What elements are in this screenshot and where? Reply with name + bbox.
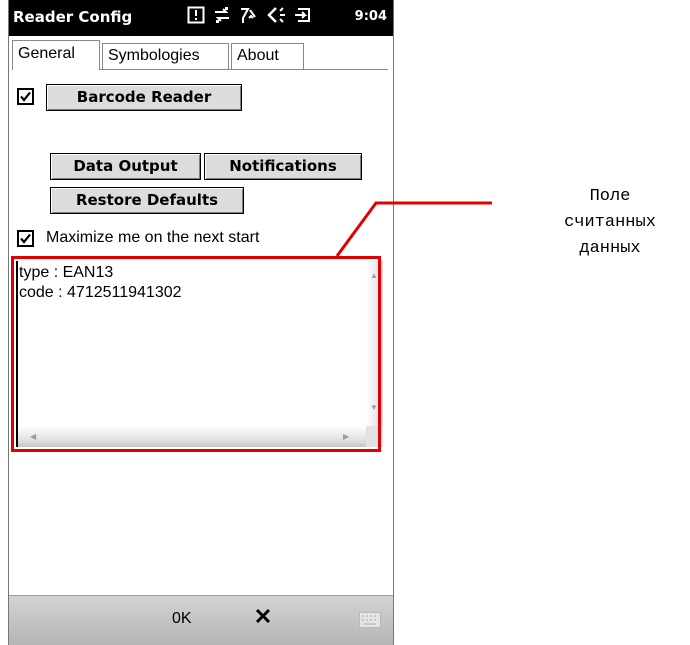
callout-line xyxy=(335,201,492,257)
